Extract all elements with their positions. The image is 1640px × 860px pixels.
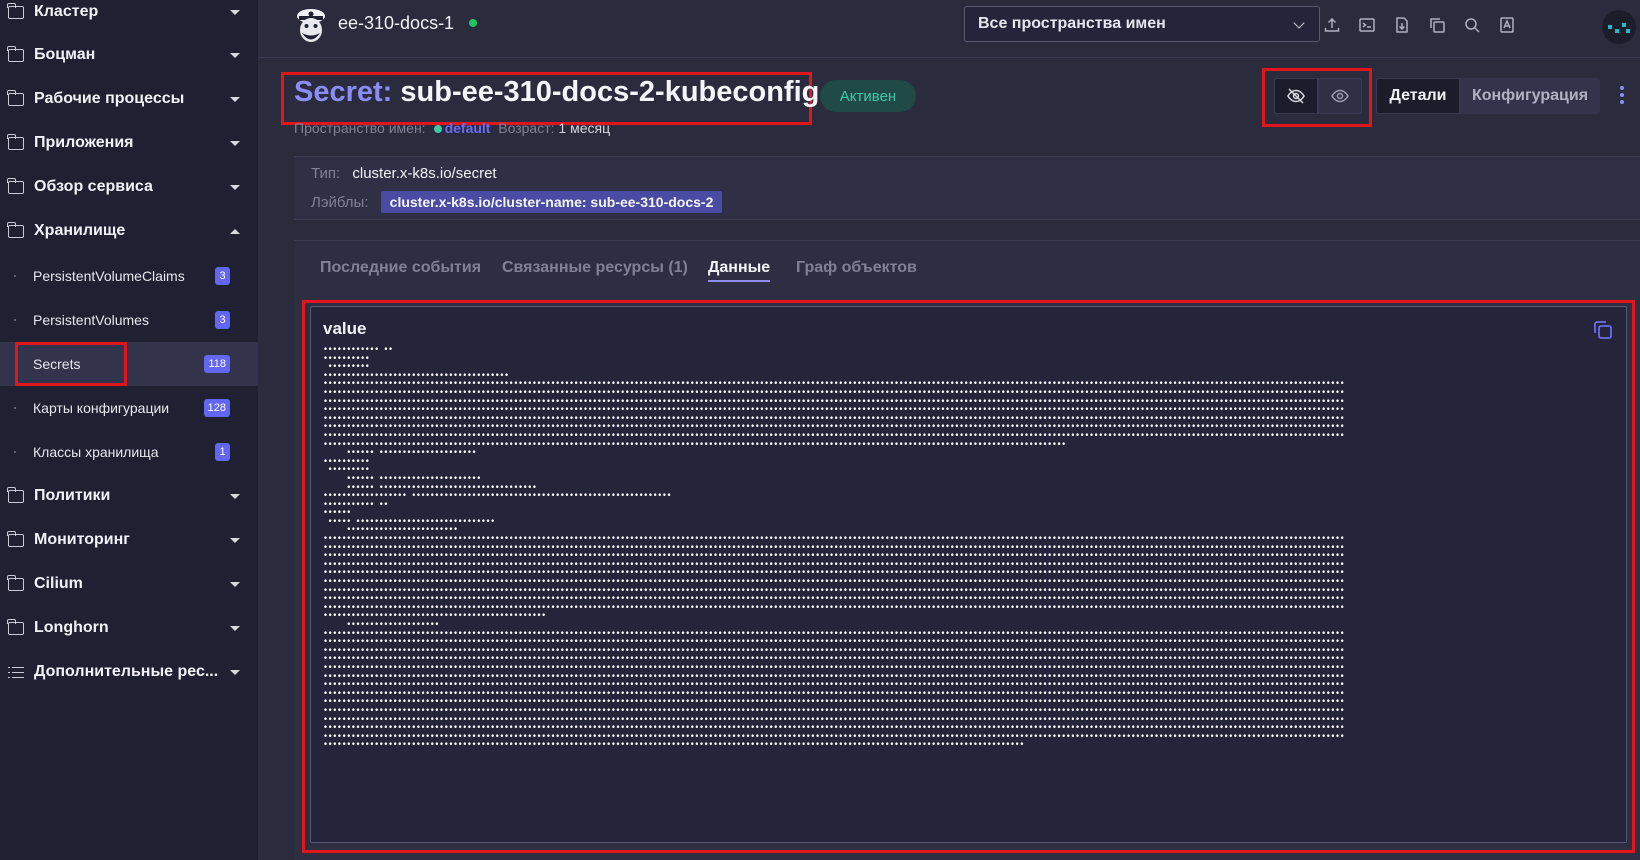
sidebar-group-policies[interactable]: Политики [0,474,258,518]
page-title: Secret: sub-ee-310-docs-2-kubeconfig [294,76,820,108]
folder-icon [7,618,24,635]
sidebar-group-storage[interactable]: Хранилище [0,209,258,253]
tab-data[interactable]: Данные [708,259,770,277]
sidebar-group-workloads[interactable]: Рабочие процессы [0,77,258,121]
upload-icon[interactable] [1323,16,1341,34]
caret-up-icon [230,229,240,234]
sidebar-item-label: PersistentVolumes [33,312,149,328]
caret-down-icon [230,582,240,587]
caret-down-icon [230,626,240,631]
list-icon [8,666,24,679]
resource-meta: Пространство имен: default Возраст: 1 мес… [294,120,611,136]
tab-object-graph[interactable]: Граф объектов [796,259,917,277]
caret-down-icon [230,10,240,15]
terminal-icon[interactable] [1358,16,1376,34]
caret-down-icon [230,53,240,58]
tab-related-resources[interactable]: Связанные ресурсы (1) [502,259,688,277]
sidebar-item-configmaps[interactable]: Карты конфигурации 128 [0,386,258,430]
masked-value: •••••••••••• •• •••••••••• ••••••••• •••••… [323,345,1345,749]
caret-down-icon [230,97,240,102]
sidebar-item-storage-classes[interactable]: Классы хранилища 1 [0,430,258,474]
details-view-button[interactable]: Детали [1376,78,1460,114]
show-values-button[interactable] [1318,78,1362,114]
sidebar-item-secrets[interactable]: Secrets 118 [0,342,258,386]
copy-icon[interactable] [1592,319,1614,341]
sidebar-group-botsman[interactable]: Боцман [0,33,258,77]
active-tab-indicator [708,280,770,282]
download-icon[interactable] [1393,16,1411,34]
folder-icon [7,2,24,19]
highlight-box [15,342,127,386]
folder-open-icon [7,221,24,238]
more-menu-icon[interactable] [1620,86,1624,106]
sidebar-item-label: Классы хранилища [33,444,159,460]
folder-icon [7,45,24,62]
top-bar: ee-310-docs-1 Все пространства имен [258,0,1640,58]
chevron-down-icon [1293,17,1305,29]
caret-down-icon [230,538,240,543]
copy-icon[interactable] [1428,16,1446,34]
cluster-name[interactable]: ee-310-docs-1 [338,13,454,34]
folder-icon [7,574,24,591]
caret-down-icon [230,141,240,146]
count-badge: 128 [203,399,230,417]
count-badge: 3 [215,267,230,285]
eye-off-icon [1287,88,1305,104]
sidebar-item-pv[interactable]: PersistentVolumes 3 [0,298,258,342]
cluster-status-dot [469,19,477,27]
user-avatar[interactable] [1602,10,1636,44]
sidebar-group-apps[interactable]: Приложения [0,121,258,165]
folder-icon [7,486,24,503]
folder-icon [7,89,24,106]
caret-down-icon [230,494,240,499]
sidebar: Кластер Боцман Рабочие процессы Приложен… [0,0,258,860]
sidebar-group-monitoring[interactable]: Мониторинг [0,518,258,562]
label-chip[interactable]: cluster.x-k8s.io/cluster-name: sub-ee-31… [380,191,723,213]
sidebar-group-service-overview[interactable]: Обзор сервиса [0,165,258,209]
caret-down-icon [230,185,240,190]
labels-row: Лэйблы: cluster.x-k8s.io/cluster-name: s… [311,191,723,213]
caret-down-icon [230,670,240,675]
sidebar-item-pvc[interactable]: PersistentVolumeClaims 3 [0,254,258,298]
sidebar-item-label: PersistentVolumeClaims [33,268,185,284]
sidebar-group-cilium[interactable]: Cilium [0,562,258,606]
type-row: Тип: cluster.x-k8s.io/secret [311,165,497,182]
tab-recent-events[interactable]: Последние события [320,259,481,277]
secret-value-box: value •••••••••••• •• •••••••••• ••••••••… [310,306,1627,843]
captain-logo-icon [297,9,325,42]
namespace-select[interactable]: Все пространства имен [964,6,1320,42]
namespace-link[interactable]: default [445,120,491,136]
status-badge: Активен [820,80,916,112]
hide-values-button[interactable] [1274,78,1318,114]
count-badge: 3 [215,311,230,329]
sidebar-item-label: Карты конфигурации [33,400,170,416]
folder-icon [7,133,24,150]
document-icon[interactable] [1498,16,1516,34]
folder-icon [7,530,24,547]
count-badge: 118 [204,355,230,373]
folder-icon [7,177,24,194]
sidebar-group-additional-resources[interactable]: Дополнительные рес... [0,650,258,694]
sidebar-group-cluster[interactable]: Кластер [0,0,258,34]
config-view-button[interactable]: Конфигурация [1460,78,1600,114]
sidebar-group-longhorn[interactable]: Longhorn [0,606,258,650]
count-badge: 1 [215,443,230,461]
info-panel: Тип: cluster.x-k8s.io/secret Лэйблы: clu… [294,156,1640,220]
eye-icon [1331,89,1349,103]
secret-key: value [323,319,367,338]
search-icon[interactable] [1463,16,1481,34]
